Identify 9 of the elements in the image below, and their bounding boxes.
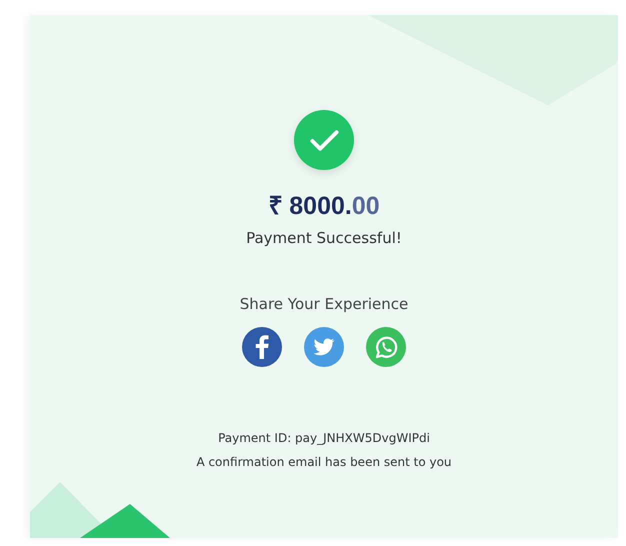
share-heading: Share Your Experience xyxy=(240,295,408,313)
whatsapp-icon[interactable] xyxy=(366,327,406,367)
amount-text: ₹ 8000.00 xyxy=(268,191,380,221)
twitter-icon[interactable] xyxy=(304,327,344,367)
facebook-icon[interactable] xyxy=(242,327,282,367)
confirmation-note: A confirmation email has been sent to you xyxy=(196,455,452,469)
payment-id-text: Payment ID: pay_JNHXW5DvgWIPdi xyxy=(218,431,430,445)
status-message: Payment Successful! xyxy=(246,229,402,247)
success-check-icon xyxy=(293,109,355,171)
